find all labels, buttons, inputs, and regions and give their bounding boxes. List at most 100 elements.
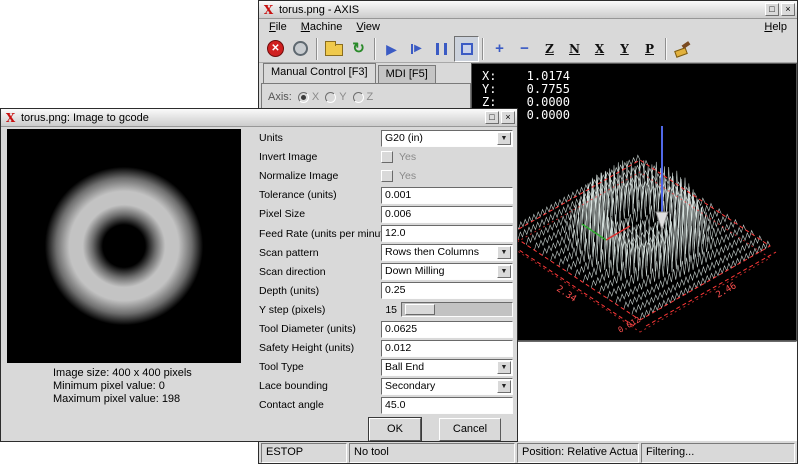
lace-bounding-select[interactable]: Secondary▼: [381, 378, 513, 395]
preview-pane: 2.34 2.46 0.012 X:1.0174Y:0.7755Z:0.0000…: [471, 63, 797, 341]
field-row-normalize-image: Normalize ImageYes: [259, 167, 513, 185]
dialog-app-icon: X: [3, 111, 18, 125]
toolbar-separator: [482, 38, 484, 60]
view-y-button[interactable]: Y: [612, 36, 637, 62]
selected-value: G20 (in): [385, 132, 423, 144]
gcode-listing[interactable]: [471, 341, 797, 441]
axis-radio-y[interactable]: Y: [325, 91, 346, 103]
chevron-down-icon: ▼: [497, 246, 511, 259]
field-row-pixel-size: Pixel Size0.006: [259, 205, 513, 223]
gcode-options-form: UnitsG20 (in)▼Invert ImageYesNormalize I…: [259, 127, 513, 411]
brush-icon: [674, 41, 691, 56]
zoom-icon: −: [520, 41, 529, 56]
selected-value: Ball End: [385, 361, 424, 373]
view-z-back-button[interactable]: N: [562, 36, 587, 62]
ok-button[interactable]: OK: [369, 418, 421, 441]
field-control: 15: [381, 301, 513, 319]
image-info-line: Image size: 400 x 400 pixels: [53, 367, 253, 380]
units-select[interactable]: G20 (in) ▼: [381, 130, 513, 147]
slider-thumb[interactable]: [405, 304, 435, 315]
stop-button[interactable]: [454, 36, 479, 62]
cancel-button[interactable]: Cancel: [439, 418, 501, 441]
radio-icon: [298, 92, 309, 103]
menu-view[interactable]: View: [349, 20, 387, 34]
pixel-size-input[interactable]: 0.006: [381, 206, 513, 223]
field-label: Lace bounding: [259, 380, 328, 392]
dialog-close-button[interactable]: ×: [501, 111, 515, 124]
zoom-in-button[interactable]: +: [487, 36, 512, 62]
image-info-line: Minimum pixel value: 0: [53, 380, 253, 393]
axis-app-icon: X: [261, 3, 276, 17]
view-z-button[interactable]: Z: [537, 36, 562, 62]
safety-height-units-input[interactable]: 0.012: [381, 340, 513, 357]
field-label: Tool Type: [259, 361, 304, 373]
field-row-scan-pattern: Scan pattern Rows then Columns ▼: [259, 244, 513, 262]
axis-radio-x[interactable]: X: [298, 91, 319, 103]
field-row-tool-diameter-units: Tool Diameter (units)0.0625: [259, 320, 513, 338]
view-letter-icon: X: [595, 42, 604, 56]
tab-manual-control[interactable]: Manual Control [F3]: [263, 63, 376, 83]
depth-units-input[interactable]: 0.25: [381, 282, 513, 299]
contact-angle-input[interactable]: 45.0: [381, 397, 513, 414]
estop-button[interactable]: ✕: [263, 36, 288, 62]
close-button[interactable]: ×: [781, 3, 795, 16]
machine-power-button[interactable]: [288, 36, 313, 62]
field-label: Contact angle: [259, 399, 324, 411]
field-label: Safety Height (units): [259, 342, 354, 354]
maximize-button[interactable]: □: [765, 3, 779, 16]
dimension-line-right: [646, 252, 776, 326]
reload-button[interactable]: ↻: [346, 36, 371, 62]
dialog-maximize-button[interactable]: □: [485, 111, 499, 124]
pause-icon: [436, 43, 447, 55]
run-button[interactable]: ▶: [379, 36, 404, 62]
view-letter-icon: P: [645, 42, 654, 56]
field-row-safety-height-units: Safety Height (units) 0.012: [259, 339, 513, 357]
view-p-button[interactable]: P: [637, 36, 662, 62]
pause-button[interactable]: [429, 36, 454, 62]
tool-type-select[interactable]: Ball End ▼: [381, 359, 513, 376]
chevron-down-icon: ▼: [497, 361, 511, 374]
menu-help[interactable]: Help: [757, 20, 794, 34]
field-label: Normalize Image: [259, 170, 338, 182]
normalize-image-checkbox[interactable]: [381, 170, 393, 182]
field-control: 0.012: [381, 339, 513, 357]
clear-plot-button[interactable]: [670, 36, 695, 62]
field-label: Scan pattern: [259, 247, 319, 259]
field-control: 12.0: [381, 225, 513, 243]
scan-pattern-select[interactable]: Rows then Columns ▼: [381, 244, 513, 261]
axis-radio-z[interactable]: Z: [353, 91, 374, 103]
zoom-out-button[interactable]: −: [512, 36, 537, 62]
tab-mdi[interactable]: MDI [F5]: [378, 65, 436, 83]
field-control: Rows then Columns ▼: [381, 244, 513, 262]
y-step-pixels-slider[interactable]: [401, 302, 513, 317]
folder-icon: [325, 44, 343, 56]
selected-value: Rows then Columns: [385, 246, 479, 258]
radio-icon: [353, 92, 364, 103]
status-filtering: Filtering...: [641, 443, 795, 463]
field-label: Tolerance (units): [259, 189, 337, 201]
invert-image-checkbox[interactable]: [381, 151, 393, 163]
selected-value: Secondary: [385, 380, 435, 392]
tool-diameter-units-input[interactable]: 0.0625: [381, 321, 513, 338]
field-row-units: UnitsG20 (in)▼: [259, 129, 513, 147]
power-icon: [293, 41, 308, 56]
axis-titlebar[interactable]: X torus.png - AXIS □ ×: [259, 1, 797, 19]
image-info: Image size: 400 x 400 pixelsMinimum pixe…: [53, 367, 253, 406]
slider-value: 15: [381, 304, 397, 316]
axis-window-title: torus.png - AXIS: [279, 4, 763, 16]
view-x-button[interactable]: X: [587, 36, 612, 62]
step-button[interactable]: ▶: [404, 36, 429, 62]
radio-label: Z: [367, 91, 374, 103]
toolbar-separator: [374, 38, 376, 60]
chevron-down-icon: ▼: [497, 132, 511, 145]
scan-direction-select[interactable]: Down Milling▼: [381, 263, 513, 280]
feed-rate-units-per-minute-input[interactable]: 12.0: [381, 225, 513, 242]
dialog-titlebar[interactable]: X torus.png: Image to gcode □ ×: [1, 109, 517, 127]
dialog-title: torus.png: Image to gcode: [21, 112, 483, 124]
tolerance-units-input[interactable]: 0.001: [381, 187, 513, 204]
menu-file[interactable]: File: [262, 20, 294, 34]
menu-machine[interactable]: Machine: [294, 20, 350, 34]
view-letter-icon: Z: [545, 42, 554, 56]
open-file-button[interactable]: [321, 36, 346, 62]
statusbar: ESTOPNo toolPosition: Relative ActualFil…: [261, 443, 795, 463]
